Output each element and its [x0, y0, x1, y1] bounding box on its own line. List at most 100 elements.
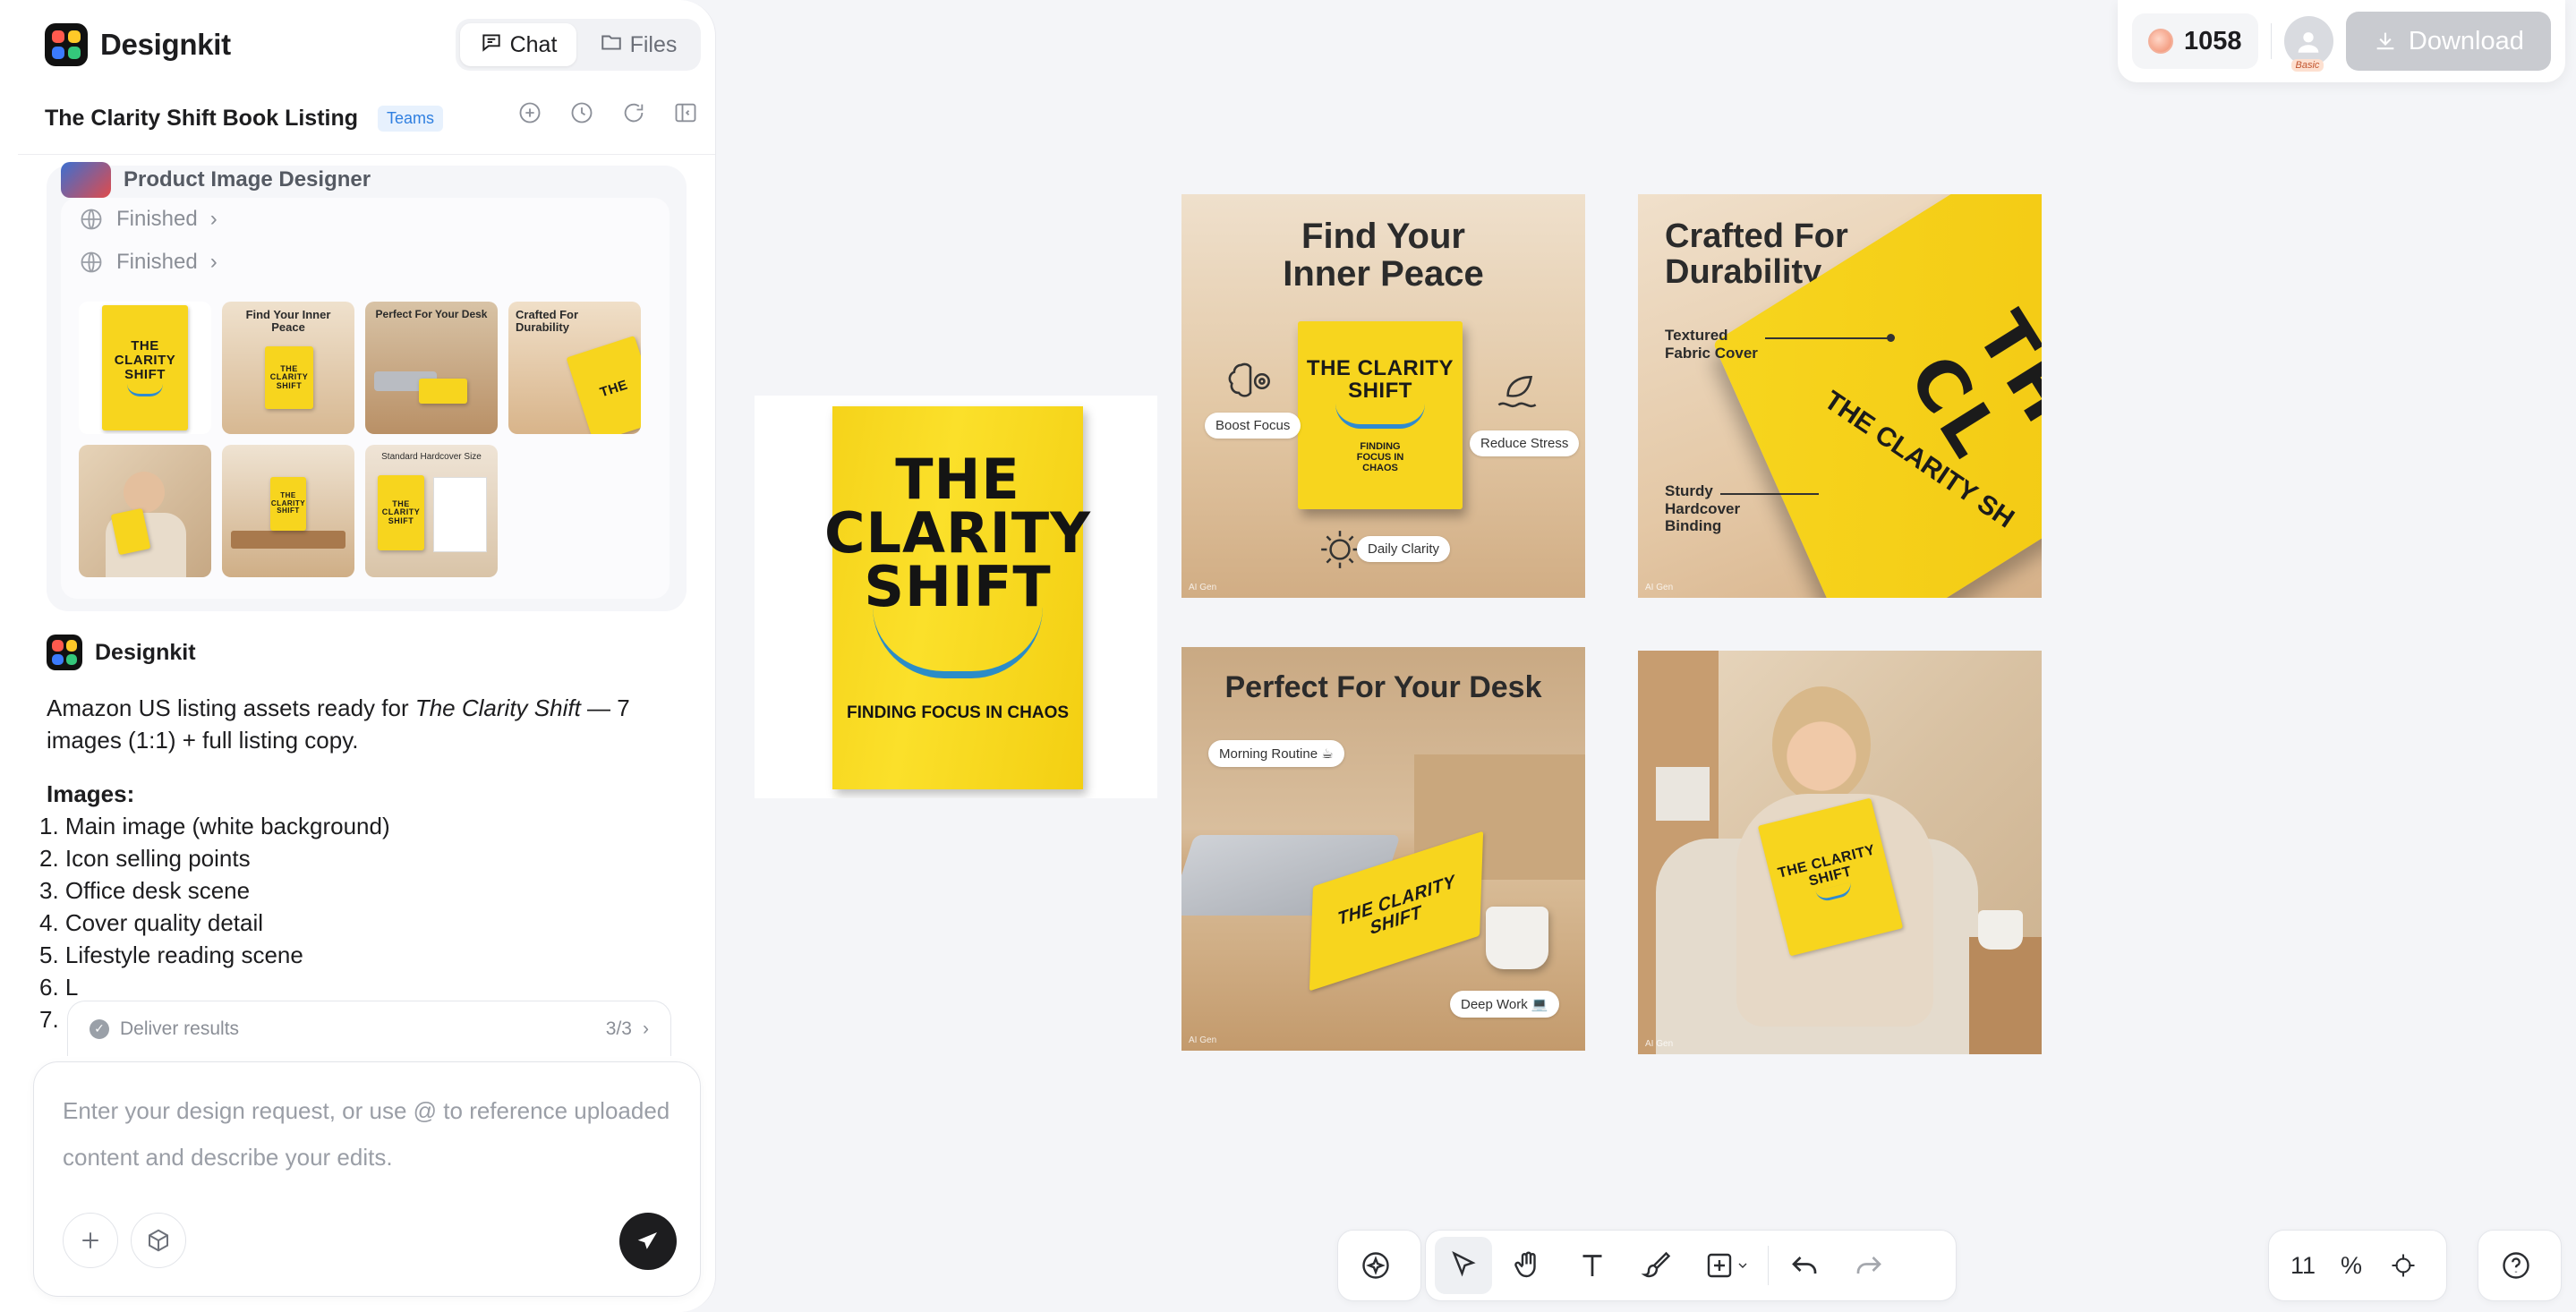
chevron-right-icon: › [643, 1018, 649, 1039]
globe-icon [81, 209, 102, 230]
ai-edit-button[interactable] [1347, 1237, 1404, 1294]
tab-files-label: Files [629, 31, 678, 57]
avatar[interactable]: Basic [2283, 16, 2333, 72]
intro-book-title: The Clarity Shift [414, 694, 581, 721]
book-subtitle: FINDING FOCUS IN CHAOS [846, 703, 1070, 722]
prompt-input[interactable]: Enter your design request, or use @ to r… [63, 1087, 671, 1180]
text-icon [1582, 1255, 1602, 1276]
thumbnail-table[interactable]: THE CLARITY SHIFT [222, 445, 354, 577]
agent-name: Product Image Designer [124, 167, 371, 192]
help-button[interactable] [2487, 1237, 2545, 1294]
mini-book-title: THE CLARITY SHIFT [270, 491, 306, 515]
download-label: Download [2408, 26, 2524, 55]
hand-tool[interactable] [1499, 1237, 1557, 1294]
ai-watermark: AI Gen [1189, 583, 1217, 592]
canvas-image-inner-peace[interactable]: Find Your Inner Peace THE CLARITY SHIFT … [1181, 194, 1585, 598]
chevron-right-icon: › [209, 250, 218, 274]
thumbnail-lifestyle[interactable] [79, 445, 211, 577]
book-title: THE CLARITY SHIFT [1306, 355, 1454, 403]
new-chat-icon[interactable] [517, 100, 542, 125]
collapse-panel-icon[interactable] [673, 100, 698, 125]
send-icon [637, 1232, 657, 1249]
text-tool[interactable] [1564, 1237, 1621, 1294]
thumbnail-title: Perfect For Your Desk [375, 308, 488, 320]
label-fabric-cover: Textured Fabric Cover [1665, 327, 1758, 362]
list-item: 3. Office desk scene [39, 877, 251, 904]
mini-book: THE CLARITY SHIFT [270, 477, 306, 531]
add-attachment-button[interactable] [63, 1213, 118, 1268]
thumbnail-inner-peace[interactable]: Find Your Inner Peace THE CLARITY SHIFT [222, 302, 354, 434]
thumbnail-durability[interactable]: Crafted For Durability THE [508, 302, 641, 434]
person-head [1772, 686, 1871, 803]
3d-asset-button[interactable] [131, 1213, 186, 1268]
task-count-wrap: 3/3 › [606, 1018, 649, 1040]
download-button[interactable]: Download [2345, 12, 2551, 71]
chat-panel: Designkit Chat Files The Clarity Shift B… [0, 0, 716, 1312]
tab-chat[interactable]: Chat [460, 23, 576, 66]
thumbnail-title: Crafted For Durability [516, 308, 579, 335]
check-icon: ✓ [90, 1018, 109, 1039]
agent-avatar [61, 162, 111, 198]
globe-icon [81, 251, 102, 273]
refresh-icon[interactable] [621, 100, 646, 125]
canvas-toolbar [1425, 1230, 1957, 1301]
books-shape [1656, 767, 1710, 821]
agent-card: Product Image Designer Finished › Finish… [47, 162, 687, 611]
side-table [1969, 937, 2042, 1054]
mug-shape [1486, 907, 1548, 969]
callout-line [1765, 337, 1890, 339]
mini-book-title: THE CLARITY SHIFT [114, 338, 176, 382]
redo-button[interactable] [1840, 1237, 1898, 1294]
zoom-control: 11 % [2268, 1230, 2447, 1301]
thumbnail-main[interactable]: THE CLARITY SHIFT [79, 302, 211, 434]
undo-button[interactable] [1776, 1237, 1833, 1294]
canvas-image-lifestyle[interactable]: THE CLARITY SHIFT AI Gen [1638, 651, 2042, 1054]
chat-icon [480, 30, 503, 60]
mug-shape [1978, 910, 2023, 950]
add-box-icon [1707, 1253, 1732, 1278]
mini-book: THE [566, 336, 641, 434]
brand[interactable]: Designkit [45, 23, 231, 66]
panel-tabs: Chat Files [456, 19, 701, 71]
book-cover: THE CLARITY SHIFT FINDING FOCUS IN CHAOS [824, 406, 1090, 789]
help-icon [2503, 1252, 2529, 1279]
insert-tool[interactable] [1693, 1237, 1761, 1294]
book-cover: THE CLARITY SHIFT FINDING FOCUS IN CHAOS [1298, 321, 1463, 509]
canvas-image-desk[interactable]: Perfect For Your Desk Morning Routine ☕ … [1181, 647, 1585, 1051]
step-status: Finished [116, 250, 198, 274]
step-status: Finished [116, 207, 198, 231]
send-button[interactable] [619, 1213, 677, 1270]
thumbnail-size[interactable]: Standard Hardcover Size THE CLARITY SHIF… [365, 445, 498, 577]
select-tool[interactable] [1435, 1237, 1492, 1294]
canvas-image-main[interactable]: THE CLARITY SHIFT FINDING FOCUS IN CHAOS [755, 396, 1157, 798]
list-item: 1. Main image (white background) [39, 813, 390, 839]
thumbnail-title: Find Your Inner Peace [245, 308, 331, 335]
tab-files[interactable]: Files [580, 23, 696, 66]
project-header: The Clarity Shift Book Listing Teams [45, 100, 698, 136]
message-author: Designkit [47, 635, 196, 670]
list-item: 6. L [39, 974, 79, 1001]
brush-tool[interactable] [1628, 1237, 1685, 1294]
credits-display[interactable]: 1058 [2132, 13, 2258, 69]
thumbnail-title: Standard Hardcover Size [381, 452, 482, 462]
task-status-bar[interactable]: ✓ Deliver results 3/3 › [67, 1001, 671, 1056]
folder-icon [600, 30, 623, 60]
thumbnail-desk[interactable]: Perfect For Your Desk [365, 302, 498, 434]
callout-line [1720, 493, 1819, 495]
canvas-image-durability[interactable]: Crafted For Durability TH CL THE CLARITY… [1638, 194, 2042, 598]
list-item: 5. Lifestyle reading scene [39, 941, 303, 968]
fit-view-button[interactable] [2382, 1237, 2425, 1294]
project-actions [517, 100, 698, 125]
mini-book: THE CLARITY SHIFT [102, 305, 188, 430]
chat-scroll-area[interactable]: Product Image Designer Finished › Finish… [18, 155, 698, 1054]
project-title[interactable]: The Clarity Shift Book Listing [45, 106, 358, 132]
history-icon[interactable] [569, 100, 594, 125]
table-shape [231, 531, 345, 549]
label-deep-work: Deep Work 💻 [1450, 991, 1559, 1018]
image-title: Find Your Inner Peace [1283, 217, 1484, 294]
app-name: Designkit [100, 28, 231, 61]
zoom-display[interactable]: 11 % [2278, 1252, 2375, 1280]
step-row[interactable]: Finished › [79, 250, 218, 275]
step-row[interactable]: Finished › [79, 207, 218, 232]
brush-icon [1641, 1251, 1671, 1278]
